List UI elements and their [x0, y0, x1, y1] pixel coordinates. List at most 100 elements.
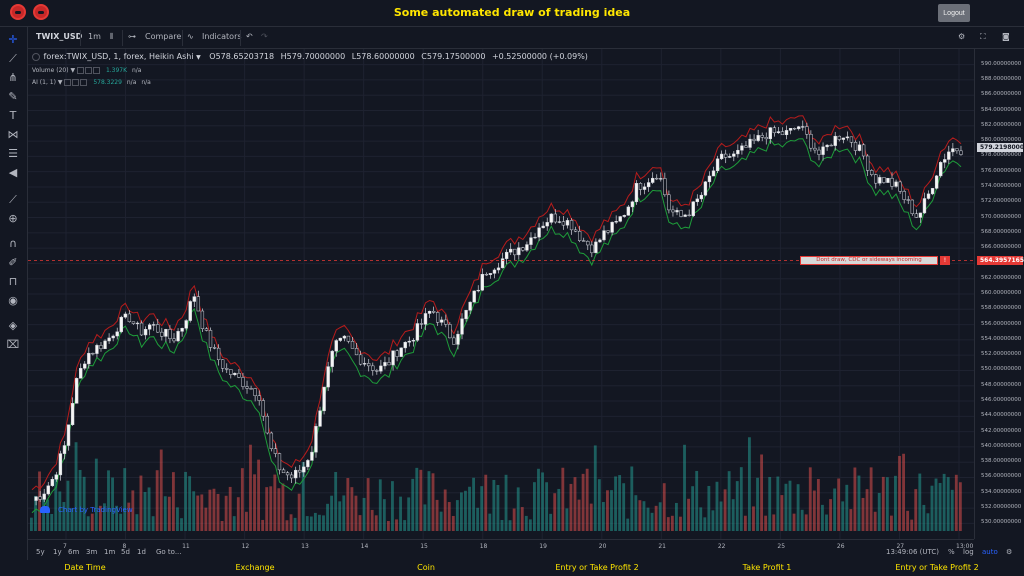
collapse-legend-icon[interactable] [32, 52, 40, 61]
settings-icon[interactable]: ⚙ [958, 32, 965, 41]
eye-icon[interactable]: ◉ [6, 294, 20, 308]
volume-bar [541, 472, 544, 531]
indicators-button[interactable]: Indicators [202, 32, 242, 41]
alert-label[interactable]: Dont draw, CDC or sideways incoming [800, 255, 938, 265]
magnet-icon[interactable]: ∩ [6, 237, 20, 251]
price-axis[interactable]: 590.00000000 588.00000000 586.00000000 584.… [974, 49, 1024, 539]
settings-small-icon[interactable] [72, 79, 80, 86]
brush-icon[interactable]: ✎ [6, 90, 20, 104]
zoom-icon[interactable]: ⊕ [6, 212, 20, 226]
close-small-icon[interactable] [80, 79, 88, 86]
range-3m[interactable]: 3m [86, 548, 97, 556]
alert-button[interactable]: ! [940, 255, 950, 265]
candle-up [630, 201, 635, 208]
volume-bar [86, 516, 90, 531]
volume-bar [849, 509, 853, 531]
candle-down [655, 177, 659, 180]
volume-bar [954, 474, 958, 531]
pattern-icon[interactable]: ⋈ [6, 128, 20, 142]
candle-down [298, 469, 302, 473]
log-toggle[interactable]: log [963, 548, 974, 556]
candle-up [732, 153, 736, 157]
candle-down [809, 133, 813, 149]
range-1m[interactable]: 1m [104, 548, 115, 556]
volume-bar [934, 478, 938, 531]
candle-down [350, 341, 355, 349]
compare-icon[interactable]: ⊶ [128, 32, 136, 41]
eye-toggle-icon[interactable] [64, 79, 72, 86]
text-icon[interactable]: T [6, 109, 20, 123]
volume-bar [472, 477, 476, 531]
candle-up [192, 296, 196, 302]
dropdown-chevron-icon[interactable]: ▼ [196, 54, 201, 61]
candle-up [334, 340, 338, 352]
crosshair-icon[interactable]: ✛ [6, 33, 20, 47]
trash-icon[interactable]: ⌧ [6, 338, 20, 352]
price-tick: 578.00000000 [981, 152, 1022, 159]
range-5d[interactable]: 5d [121, 548, 130, 556]
volume-bar [46, 499, 50, 531]
volume-bar [545, 482, 549, 531]
logout-button[interactable]: Logout [938, 4, 970, 22]
range-1d[interactable]: 1d [137, 548, 146, 556]
settings-icon[interactable]: ⚙ [1006, 548, 1012, 556]
volume-bar [184, 471, 187, 531]
interval-selector[interactable]: 1m [88, 32, 101, 41]
pitchfork-icon[interactable]: ⋔ [6, 71, 20, 85]
volume-bar [504, 474, 508, 531]
volume-bar [305, 516, 309, 531]
tradingview-brand[interactable]: Chart by TradingView [40, 506, 133, 514]
close-small-icon[interactable] [93, 67, 101, 74]
ai-label[interactable]: AI (1, 1) [32, 79, 56, 86]
range-1y[interactable]: 1y [53, 548, 62, 556]
ruler-icon[interactable]: ⟋ [6, 193, 20, 207]
back-arrow-icon[interactable]: ◀ [6, 166, 20, 180]
price-tick: 554.00000000 [981, 335, 1022, 342]
candle-down [131, 321, 136, 324]
candle-up [456, 333, 460, 345]
camera-icon[interactable]: ◙ [1002, 32, 1010, 41]
candles-icon[interactable]: ⫴ [110, 32, 113, 42]
goto-button[interactable]: Go to... [156, 548, 182, 556]
symbol-search[interactable]: TWIX_USD [36, 32, 82, 41]
indicators-icon[interactable]: ∿ [187, 32, 194, 41]
volume-bar [508, 520, 512, 531]
lock-icon[interactable]: ⊓ [6, 275, 20, 289]
compare-button[interactable]: Compare [145, 32, 181, 41]
redo-icon[interactable]: ↷ [261, 32, 268, 41]
undo-icon[interactable]: ↶ [246, 32, 253, 41]
line-price-tag: 564.39571652 [977, 255, 1024, 265]
range-5y[interactable]: 5y [36, 548, 45, 556]
candle-down [638, 183, 643, 190]
fullscreen-icon[interactable]: ⛶ [980, 32, 986, 42]
price-tick: 558.00000000 [981, 305, 1022, 312]
candle-down [285, 472, 290, 476]
price-chart[interactable]: forex:TWIX_USD, 1, forex, Heikin Ashi ▼ … [28, 49, 974, 539]
eye-toggle-icon[interactable] [77, 67, 85, 74]
volume-bar [220, 520, 224, 531]
volume-bar [431, 473, 435, 531]
dropdown-chevron-icon[interactable]: ▼ [58, 79, 63, 86]
volume-bar [642, 501, 646, 531]
candle-down [813, 147, 817, 151]
volume-label[interactable]: Volume (20) [32, 67, 69, 74]
chart-canvas[interactable] [28, 49, 974, 539]
volume-bar [415, 467, 419, 531]
range-6m[interactable]: 6m [68, 548, 79, 556]
candle-up [598, 239, 602, 243]
candle-up [894, 181, 898, 187]
dropdown-chevron-icon[interactable]: ▼ [70, 67, 75, 74]
settings-small-icon[interactable] [85, 67, 93, 74]
percent-toggle[interactable]: % [948, 548, 955, 556]
candle-down [586, 241, 590, 246]
volume-bar [378, 479, 382, 531]
lock-drawing-icon[interactable]: ✐ [6, 256, 20, 270]
gann-icon[interactable]: ☰ [6, 147, 20, 161]
trend-line-icon[interactable]: ⟋ [6, 52, 20, 66]
candle-up [533, 236, 537, 239]
legend-ai: AI (1, 1) ▼ 578.3229 n/a n/a [32, 79, 151, 86]
layers-icon[interactable]: ◈ [6, 319, 20, 333]
volume-bar [780, 495, 784, 531]
auto-toggle[interactable]: auto [982, 548, 998, 556]
clock[interactable]: 13:49:06 (UTC) [886, 548, 939, 556]
